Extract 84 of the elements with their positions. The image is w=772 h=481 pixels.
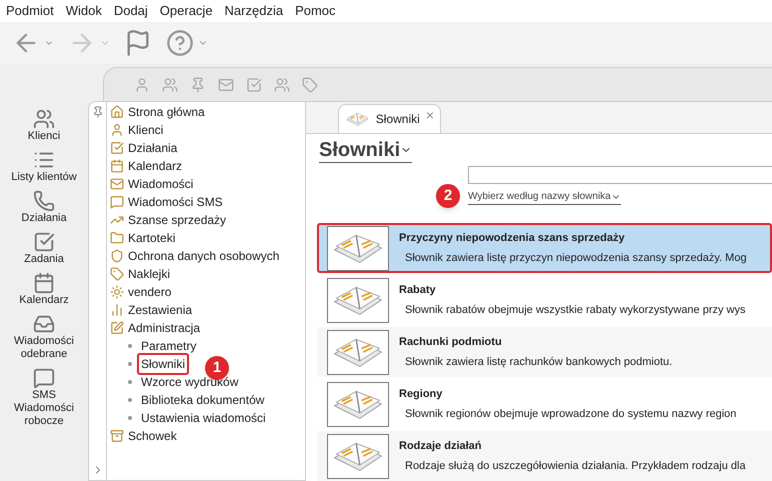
tree-item-icon bbox=[110, 105, 124, 119]
toolbar-icon[interactable] bbox=[134, 76, 150, 92]
bullet-icon bbox=[128, 398, 132, 402]
shortcut-icon bbox=[33, 108, 55, 130]
bullet-icon bbox=[128, 416, 132, 420]
toolbar-icon[interactable] bbox=[246, 76, 262, 92]
tree-item[interactable]: Ochrona danych osobowych bbox=[128, 247, 280, 265]
shortcut-icon bbox=[33, 367, 55, 389]
shortcut-icon bbox=[33, 231, 55, 253]
tree-item[interactable]: Administracja bbox=[128, 319, 200, 337]
toolbar-icon[interactable] bbox=[162, 76, 178, 92]
page-heading: Słowniki bbox=[319, 138, 400, 162]
dictionary-row[interactable]: Przyczyny niepowodzenia szans sprzedaży Słownik zawiera listę przyczyn niepowodzenia szansy sprzedaży. Mog bbox=[317, 223, 772, 273]
shortcut-icon bbox=[33, 313, 55, 335]
dictionary-title: Rachunki podmiotu bbox=[399, 335, 503, 350]
bullet-icon bbox=[128, 344, 132, 348]
tree-item[interactable]: Słowniki bbox=[137, 353, 190, 375]
tree-item[interactable]: Biblioteka dokumentów bbox=[137, 391, 268, 409]
dictionary-description: Słownik regionów obejmuje wprowadzone do systemu nazwy region bbox=[405, 406, 736, 422]
pin-icon[interactable] bbox=[92, 106, 104, 118]
tree-item-icon bbox=[110, 231, 124, 245]
callout-badge: 2 bbox=[436, 184, 460, 208]
tree-item-icon bbox=[110, 285, 124, 299]
tree-item[interactable]: Ustawienia wiadomości bbox=[137, 409, 270, 427]
bullet-icon bbox=[128, 380, 132, 384]
tree-item-icon bbox=[110, 267, 124, 281]
tree-item-icon bbox=[110, 195, 124, 209]
tree-item[interactable]: Naklejki bbox=[128, 265, 170, 283]
tree-item[interactable]: Zestawienia bbox=[128, 301, 192, 319]
menu-item[interactable]: Narzędzia bbox=[224, 1, 284, 21]
shortcut-item[interactable]: Klienci bbox=[2, 108, 86, 143]
shortcut-item[interactable]: Wiadomości odebrane bbox=[2, 313, 86, 361]
tree-item-icon bbox=[110, 159, 124, 173]
menu-item[interactable]: Widok bbox=[66, 1, 102, 21]
toolbar-icon[interactable] bbox=[190, 76, 206, 92]
menu-item[interactable]: Pomoc bbox=[295, 1, 336, 21]
tree-item[interactable]: Klienci bbox=[128, 121, 164, 139]
shortcut-item[interactable]: Działania bbox=[2, 190, 86, 225]
bullet-icon bbox=[128, 362, 132, 366]
tree-item-icon bbox=[110, 141, 124, 155]
menu-item[interactable]: Operacje bbox=[160, 1, 213, 21]
shortcut-icon bbox=[33, 190, 55, 212]
menu-item[interactable]: Podmiot bbox=[6, 1, 54, 21]
toolbar-icon[interactable] bbox=[218, 76, 234, 92]
tree-item[interactable]: Kalendarz bbox=[128, 157, 182, 175]
tree-item[interactable]: vendero bbox=[128, 283, 172, 301]
tree-item[interactable]: Strona główna bbox=[128, 103, 205, 121]
shortcut-item[interactable]: SMS Wiadomości robocze bbox=[2, 367, 86, 428]
tree-item[interactable]: Szanse sprzedaży bbox=[128, 211, 226, 229]
dictionary-row[interactable]: Rachunki podmiotu Słownik zawiera listę rachunków bankowych podmiotu. bbox=[317, 327, 772, 377]
dictionary-description: Słownik zawiera listę przyczyn niepowodzenia szansy sprzedaży. Mog bbox=[405, 250, 747, 266]
tree-item-icon bbox=[110, 321, 124, 335]
dictionary-row[interactable]: Rodzaje działań Rodzaje służą do uszczegółowienia działania. Przykładem rodzaju dla bbox=[317, 431, 772, 481]
filter-link[interactable]: Wybierz według nazwy słownika bbox=[468, 189, 611, 204]
toolbar-icon[interactable] bbox=[302, 76, 318, 92]
tree-item-icon bbox=[110, 177, 124, 191]
shortcut-item[interactable]: Zadania bbox=[2, 231, 86, 266]
search-field[interactable] bbox=[468, 166, 772, 184]
tab[interactable]: Słowniki × bbox=[338, 104, 441, 134]
dictionary-description: Słownik zawiera listę rachunków bankowych podmiotu. bbox=[405, 354, 672, 370]
dictionary-title: Regiony bbox=[399, 387, 444, 402]
toolbar-icon[interactable] bbox=[274, 76, 290, 92]
tree-item-icon bbox=[110, 303, 124, 317]
dictionary-description: Rodzaje służą do uszczegółowienia działania. Przykładem rodzaju dla bbox=[405, 458, 746, 474]
tree-item[interactable]: Kartoteki bbox=[128, 229, 176, 247]
tree-item[interactable]: Działania bbox=[128, 139, 178, 157]
tree-item[interactable]: Schowek bbox=[128, 427, 177, 445]
close-button[interactable]: × bbox=[426, 105, 434, 126]
shortcut-item[interactable]: Kalendarz bbox=[2, 272, 86, 307]
tree-item[interactable]: Parametry bbox=[137, 337, 200, 355]
tree-item[interactable]: Wiadomości bbox=[128, 175, 194, 193]
tree-item[interactable]: Wiadomości SMS bbox=[128, 193, 223, 211]
help-icon[interactable] bbox=[166, 29, 194, 57]
dictionary-title: Rabaty bbox=[399, 283, 437, 298]
shortcut-icon bbox=[33, 272, 55, 294]
tree-item-icon bbox=[110, 249, 124, 263]
menu-item[interactable]: Dodaj bbox=[114, 1, 148, 21]
shortcut-item[interactable]: Listy klientów bbox=[2, 149, 86, 184]
tree-item-icon bbox=[110, 429, 124, 443]
dictionary-title: Przyczyny niepowodzenia szans sprzedaży bbox=[399, 231, 626, 246]
dictionary-title: Rodzaje działań bbox=[399, 439, 483, 454]
tree-item-icon bbox=[110, 123, 124, 137]
dictionary-book-icon bbox=[345, 110, 370, 128]
dictionary-description: Słownik rabatów obejmuje wszystkie rabaty wykorzystywane przy wys bbox=[405, 302, 746, 318]
